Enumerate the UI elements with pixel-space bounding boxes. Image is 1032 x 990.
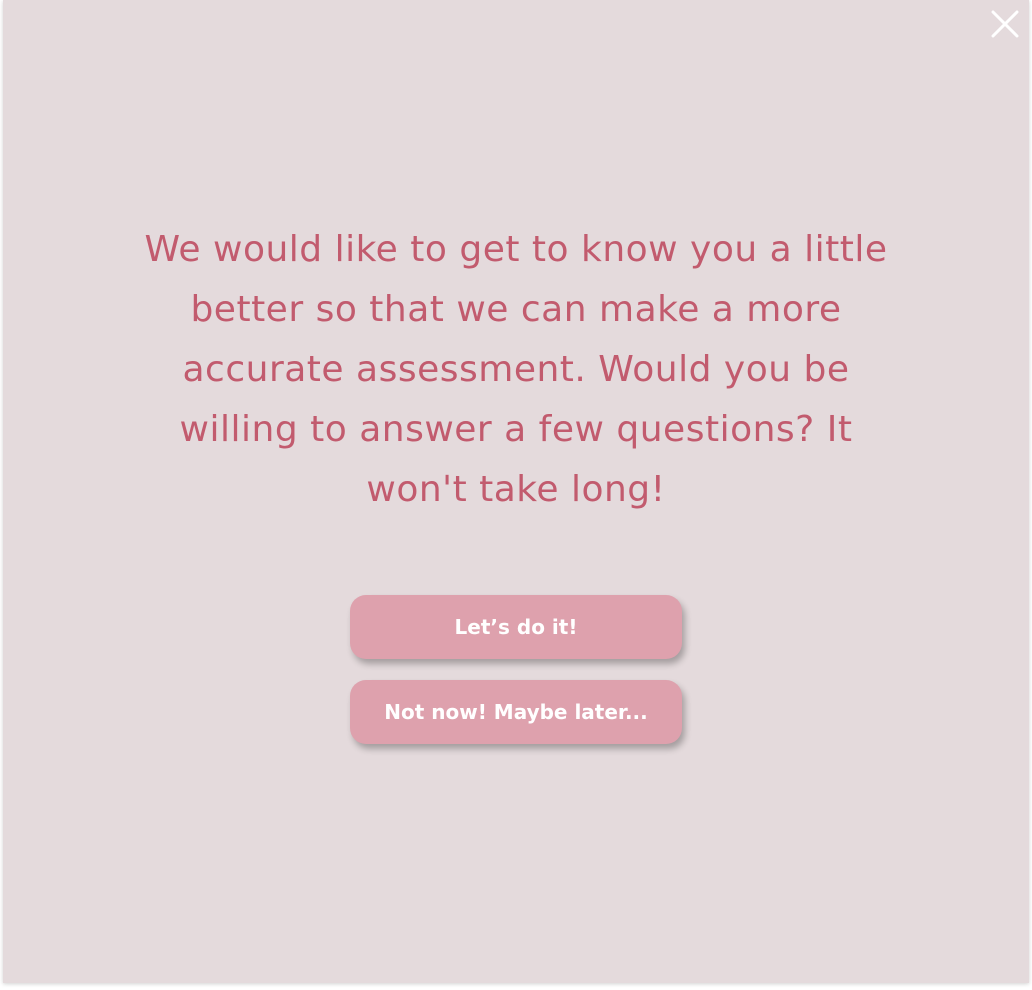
close-icon bbox=[991, 10, 1019, 38]
dialog-message: We would like to get to know you a littl… bbox=[144, 229, 888, 510]
maybe-later-button[interactable]: Not now! Maybe later... bbox=[350, 680, 682, 744]
survey-dialog: We would like to get to know you a littl… bbox=[3, 0, 1029, 983]
close-button[interactable] bbox=[987, 6, 1023, 42]
lets-do-it-button[interactable]: Let’s do it! bbox=[350, 595, 682, 659]
